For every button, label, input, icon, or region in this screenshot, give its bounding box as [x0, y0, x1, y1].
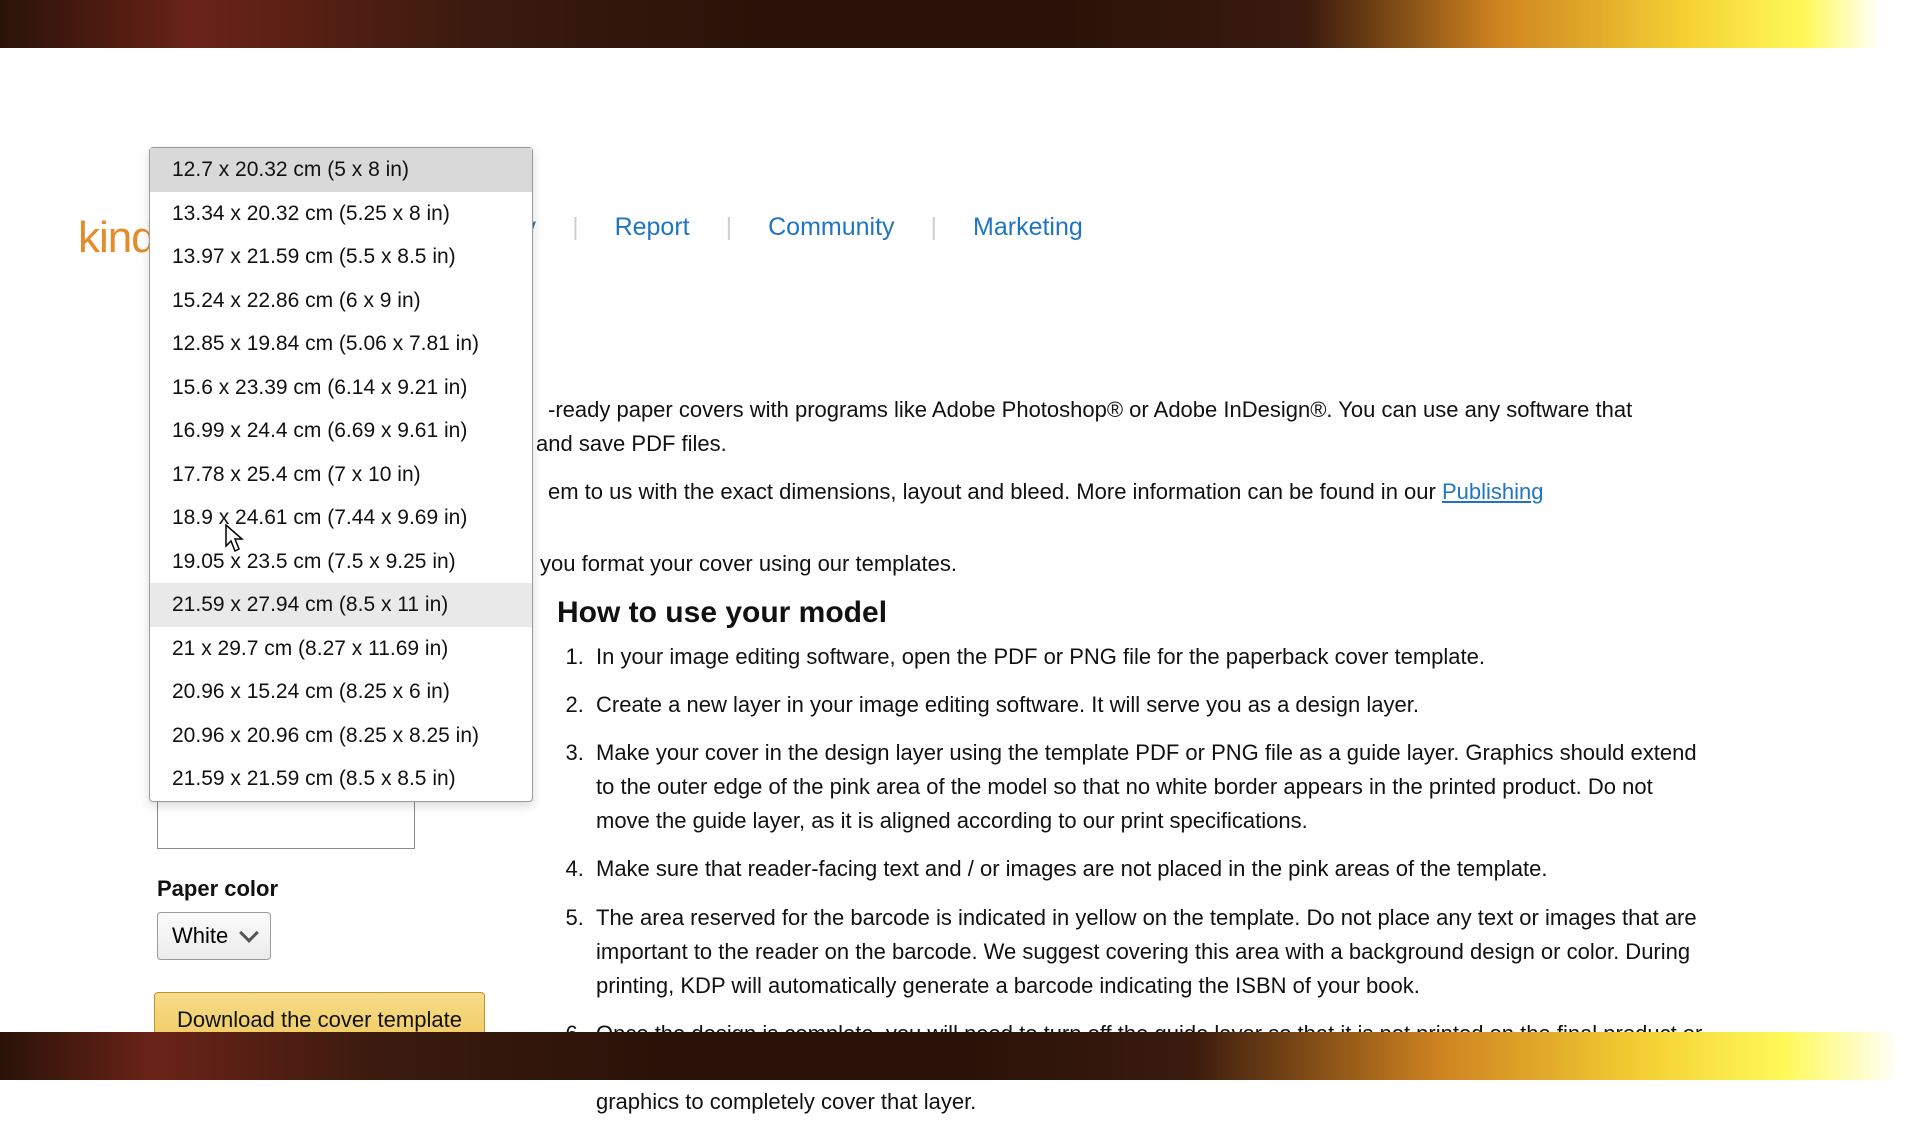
trim-size-option[interactable]: 20.96 x 20.96 cm (8.25 x 8.25 in): [150, 714, 532, 758]
trim-size-option[interactable]: 12.85 x 19.84 cm (5.06 x 7.81 in): [150, 322, 532, 366]
nav-separator: |: [544, 213, 607, 242]
page-content: kind rary | Report | Community | Marketi…: [0, 48, 1920, 1032]
kindle-logo: kind: [78, 213, 155, 263]
trim-size-option[interactable]: 19.05 x 23.5 cm (7.5 x 9.25 in): [150, 540, 532, 584]
intro-text: -ready paper covers with programs like A…: [548, 393, 1820, 581]
top-window-bar: [0, 0, 1920, 48]
intro-line-2: and save PDF files.: [536, 427, 1820, 461]
howto-heading: How to use your model: [557, 596, 887, 630]
trim-size-option[interactable]: 20.96 x 15.24 cm (8.25 x 6 in): [150, 670, 532, 714]
bottom-window-bar: [0, 1032, 1920, 1080]
howto-step: In your image editing software, open the…: [590, 640, 1710, 674]
trim-size-option[interactable]: 12.7 x 20.32 cm (5 x 8 in): [150, 148, 532, 192]
paper-color-value: White: [172, 923, 228, 949]
trim-size-option[interactable]: 21.59 x 21.59 cm (8.5 x 8.5 in): [150, 757, 532, 801]
top-nav: rary | Report | Community | Marketing: [485, 213, 1091, 242]
intro-line-1: -ready paper covers with programs like A…: [548, 393, 1820, 427]
trim-size-option[interactable]: 17.78 x 25.4 cm (7 x 10 in): [150, 453, 532, 497]
publishing-link[interactable]: Publishing: [1442, 479, 1544, 504]
paper-color-label: Paper color: [157, 876, 278, 902]
trim-size-option[interactable]: 13.34 x 20.32 cm (5.25 x 8 in): [150, 192, 532, 236]
nav-marketing[interactable]: Marketing: [965, 213, 1091, 242]
pages-input[interactable]: [157, 797, 415, 849]
nav-separator: |: [698, 213, 761, 242]
paper-color-field: Paper color White: [157, 876, 278, 960]
nav-community[interactable]: Community: [760, 213, 902, 242]
trim-size-option[interactable]: 16.99 x 24.4 cm (6.69 x 9.61 in): [150, 409, 532, 453]
howto-step: Make sure that reader-facing text and / …: [590, 852, 1710, 886]
trim-size-option[interactable]: 15.6 x 23.39 cm (6.14 x 9.21 in): [150, 366, 532, 410]
trim-size-option[interactable]: 15.24 x 22.86 cm (6 x 9 in): [150, 279, 532, 323]
nav-report[interactable]: Report: [607, 213, 698, 242]
trim-size-option[interactable]: 21.59 x 27.94 cm (8.5 x 11 in): [150, 583, 532, 627]
howto-step: The area reserved for the barcode is ind…: [590, 901, 1710, 1003]
intro-line-4: you format your cover using our template…: [540, 547, 1820, 581]
howto-step: Make your cover in the design layer usin…: [590, 736, 1710, 838]
howto-step: Create a new layer in your image editing…: [590, 688, 1710, 722]
chevron-down-icon: [239, 923, 259, 943]
trim-size-dropdown[interactable]: 12.7 x 20.32 cm (5 x 8 in)13.34 x 20.32 …: [149, 147, 533, 802]
paper-color-select[interactable]: White: [157, 912, 271, 960]
nav-separator: |: [903, 213, 966, 242]
trim-size-option[interactable]: 13.97 x 21.59 cm (5.5 x 8.5 in): [150, 235, 532, 279]
trim-size-option[interactable]: 18.9 x 24.61 cm (7.44 x 9.69 in): [150, 496, 532, 540]
intro-line-3: em to us with the exact dimensions, layo…: [548, 475, 1820, 509]
trim-size-option[interactable]: 21 x 29.7 cm (8.27 x 11.69 in): [150, 627, 532, 671]
